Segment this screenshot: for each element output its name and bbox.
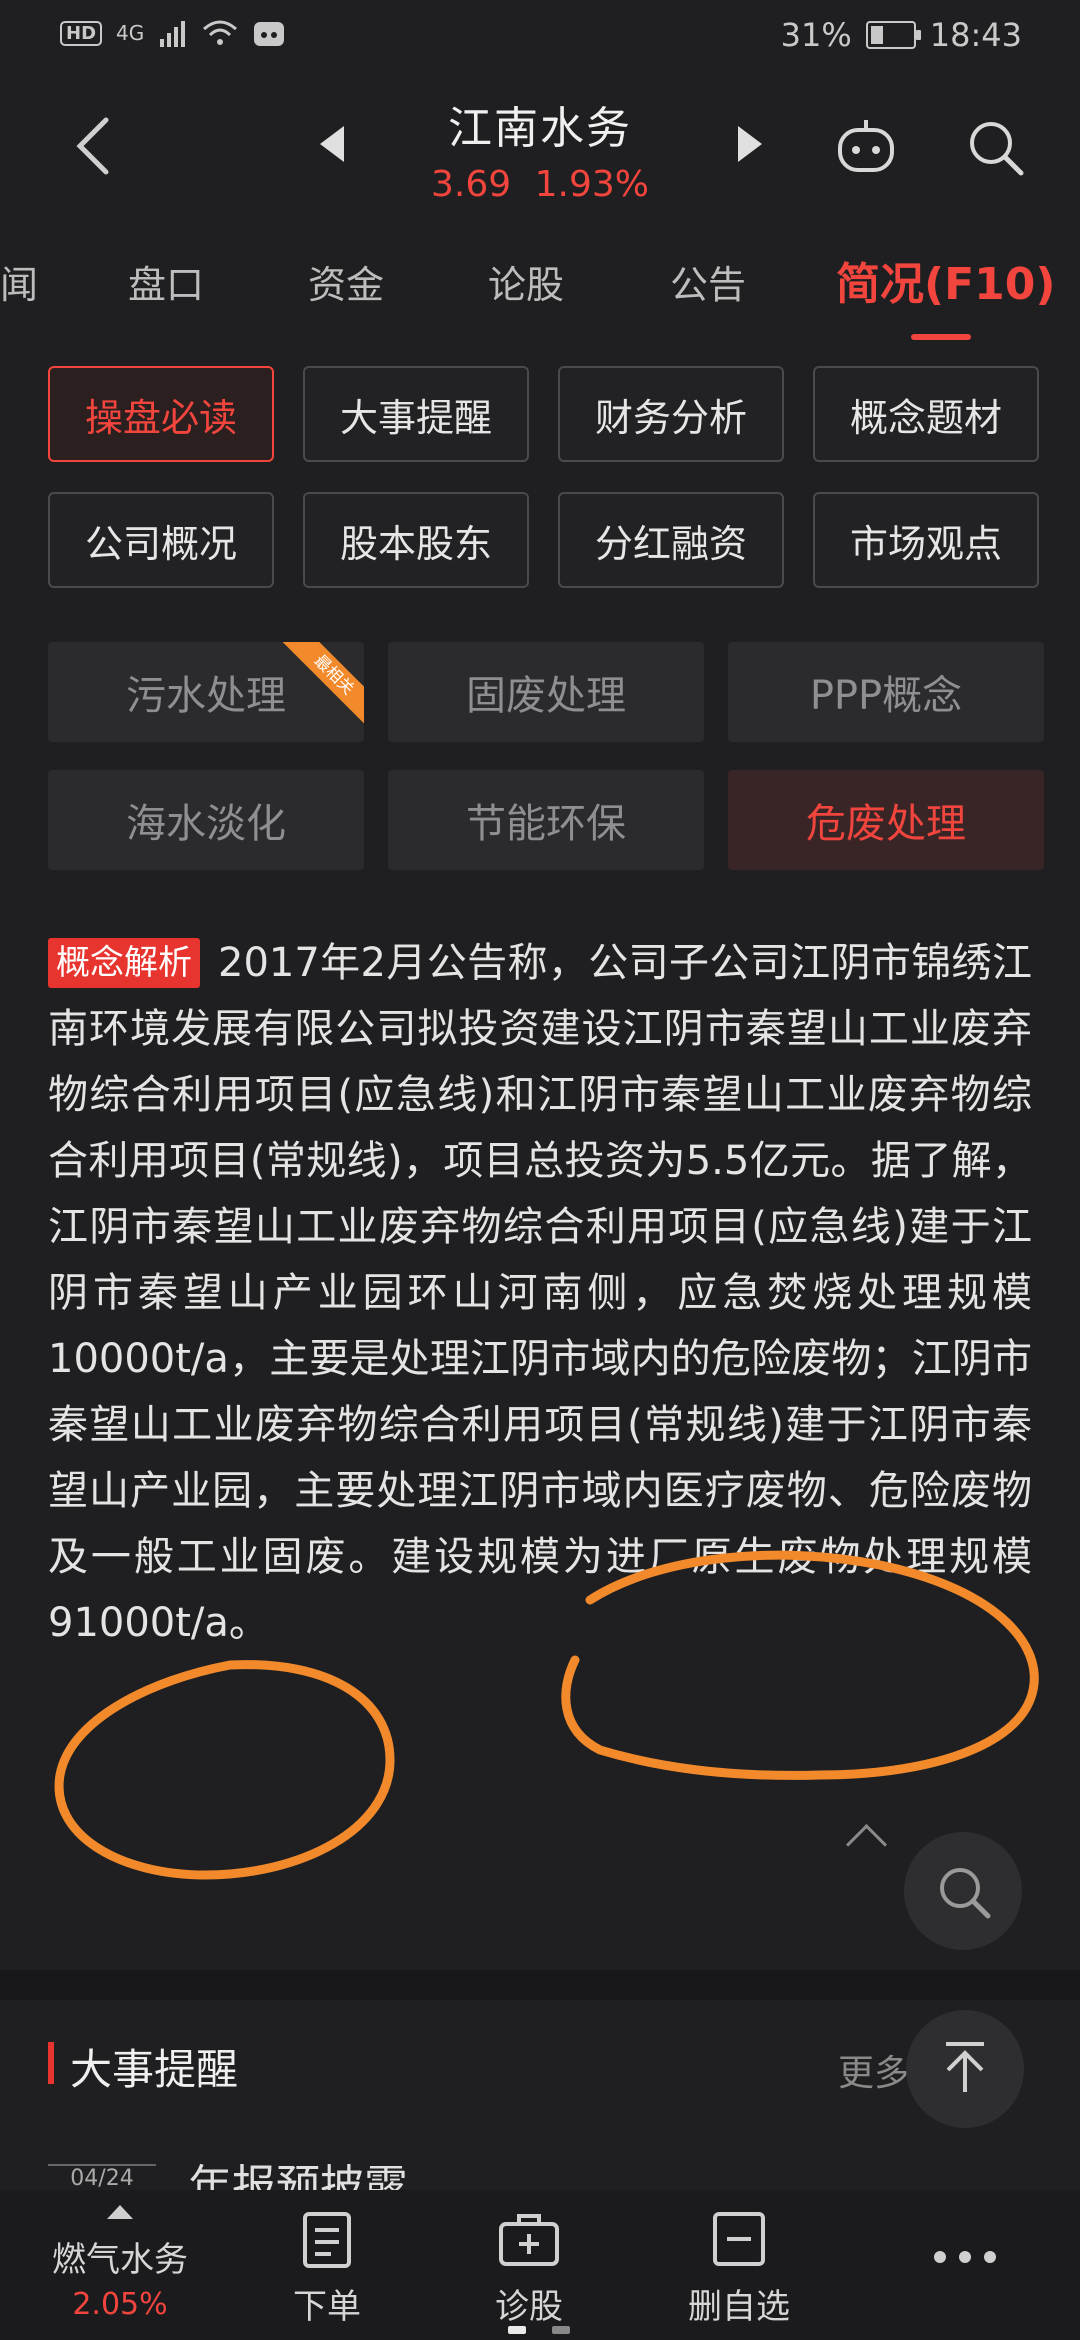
order-label: 下单 (293, 2287, 361, 2327)
event-title[interactable]: 年报预披露 (188, 2150, 408, 2190)
arrow-up-icon (946, 2042, 984, 2092)
order-doc-icon (303, 2212, 351, 2268)
back-to-top-button[interactable] (906, 2010, 1024, 2128)
more-link[interactable]: 更多 (838, 2044, 910, 2096)
annotation-circle-right (561, 1550, 1039, 1780)
order-button[interactable]: 下单 (272, 2190, 382, 2328)
minus-box-icon (713, 2212, 765, 2266)
section-divider (0, 1970, 1080, 2000)
float-search-button[interactable] (904, 1832, 1022, 1950)
more-dots-icon (934, 2251, 996, 2263)
remove-watchlist-button[interactable]: 删自选 (674, 2190, 804, 2328)
related-stock-change: 2.05% (72, 2287, 168, 2322)
related-stock-item[interactable]: 燃气水务 2.05% (40, 2190, 200, 2322)
diagnose-label: 诊股 (495, 2287, 563, 2327)
event-date: 04/24 (48, 2164, 156, 2192)
diagnose-kit-icon (499, 2214, 559, 2266)
search-icon (940, 1868, 991, 1919)
pager-dot (552, 2326, 570, 2334)
pager-dot-active (508, 2326, 526, 2334)
more-menu-button[interactable] (920, 2220, 1010, 2281)
section-accent-bar (48, 2042, 54, 2084)
caret-up-icon (107, 2205, 133, 2219)
annotation-circle-left (54, 1660, 395, 1880)
bottom-bar: 燃气水务 2.05% 下单 诊股 删自选 (0, 2190, 1080, 2340)
related-stock-name: 燃气水务 (52, 2240, 188, 2280)
section-title: 大事提醒 (70, 2045, 239, 2094)
remove-label: 删自选 (688, 2287, 790, 2327)
diagnose-button[interactable]: 诊股 (474, 2190, 584, 2328)
